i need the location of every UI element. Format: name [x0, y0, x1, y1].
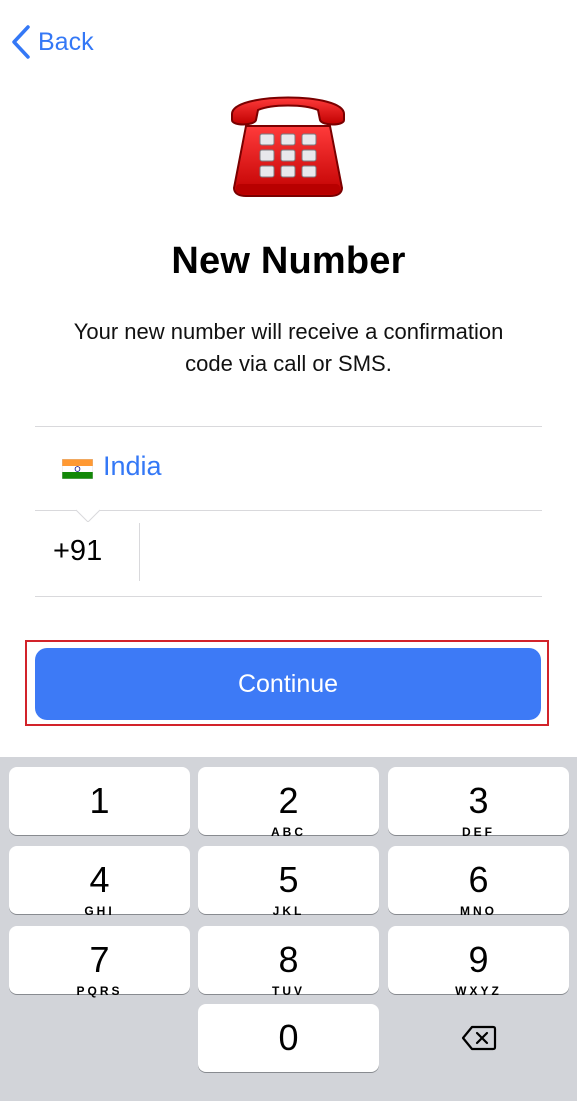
key-letters: DEF	[462, 825, 495, 839]
key-digit: 2	[278, 780, 299, 821]
page-title: New Number	[171, 240, 406, 282]
key-4[interactable]: 4 GHI	[9, 846, 190, 918]
backspace-icon	[461, 1025, 496, 1051]
key-digit: 0	[278, 1017, 299, 1058]
key-8[interactable]: 8 TUV	[198, 926, 379, 998]
country-code[interactable]: +91	[53, 535, 102, 568]
vertical-divider	[139, 523, 140, 581]
page-subtitle: Your new number will receive a confirmat…	[73, 319, 504, 376]
country-selector[interactable]: India	[35, 427, 542, 510]
key-digit: 8	[278, 939, 299, 980]
key-digit: 5	[278, 859, 299, 900]
continue-button[interactable]: Continue	[35, 648, 541, 720]
divider	[35, 596, 542, 597]
country-name: India	[103, 451, 162, 481]
key-1[interactable]: 1	[9, 767, 190, 835]
key-letters: TUV	[272, 984, 305, 998]
key-digit: 9	[468, 939, 489, 980]
delete-key[interactable]	[388, 1004, 569, 1072]
key-digit: 3	[468, 780, 489, 821]
phone-number-input[interactable]	[153, 521, 533, 583]
chevron-left-icon	[12, 25, 30, 59]
key-0[interactable]: 0	[198, 1004, 379, 1072]
key-6[interactable]: 6 MNO	[388, 846, 569, 918]
key-letters: GHI	[84, 904, 115, 918]
india-flag-icon	[62, 459, 93, 479]
key-3[interactable]: 3 DEF	[388, 767, 569, 839]
red-telephone-icon	[231, 96, 345, 197]
key-digit: 7	[89, 939, 110, 980]
back-button[interactable]: Back	[10, 22, 94, 62]
key-9[interactable]: 9 WXYZ	[388, 926, 569, 998]
key-letters: WXYZ	[455, 984, 502, 998]
key-digit: 1	[89, 780, 110, 821]
back-label: Back	[38, 27, 94, 56]
key-letters: ABC	[271, 825, 306, 839]
phone-number-row: +91	[35, 511, 542, 596]
key-2[interactable]: 2 ABC	[198, 767, 379, 839]
key-letters: JKL	[272, 904, 305, 918]
key-digit: 6	[468, 859, 489, 900]
key-7[interactable]: 7 PQRS	[9, 926, 190, 998]
key-digit: 4	[89, 859, 110, 900]
key-letters: MNO	[460, 904, 497, 918]
key-letters: PQRS	[76, 984, 123, 998]
key-5[interactable]: 5 JKL	[198, 846, 379, 918]
